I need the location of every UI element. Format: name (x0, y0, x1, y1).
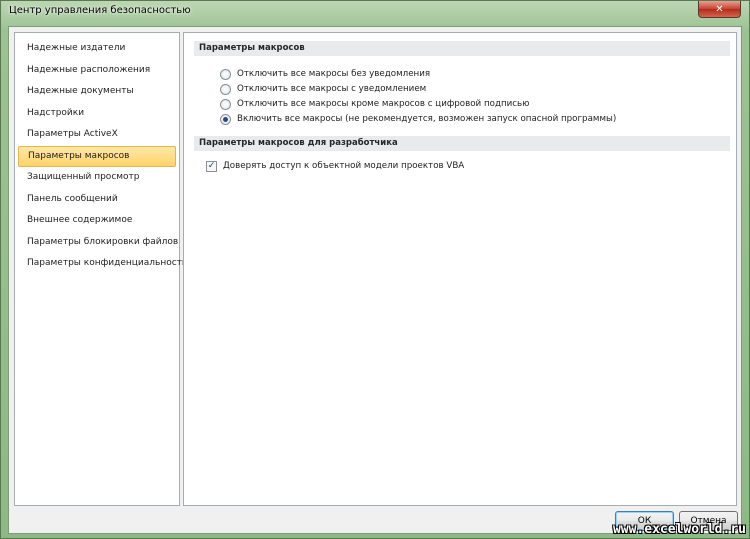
sidebar-item-trusted-locations[interactable]: Надежные расположения (18, 60, 176, 82)
developer-settings-header: Параметры макросов для разработчика (194, 136, 730, 151)
sidebar-item-trusted-publishers[interactable]: Надежные издатели (18, 38, 176, 60)
radio-button-selected[interactable] (220, 113, 231, 125)
settings-panel: Параметры макросов Отключить все макросы… (183, 32, 737, 506)
sidebar-item-trusted-documents[interactable]: Надежные документы (18, 81, 176, 103)
title-bar[interactable]: Центр управления безопасностью ✕ (1, 1, 749, 25)
sidebar-item-macro-settings[interactable]: Параметры макросов (18, 145, 176, 167)
macro-option-label: Отключить все макросы кроме макросов с ц… (237, 99, 530, 109)
watermark: www.excelworld.ru (612, 522, 746, 537)
trust-vba-checkbox[interactable]: ✓ (206, 160, 217, 172)
close-icon: ✕ (715, 3, 724, 15)
trust-center-window: Центр управления безопасностью ✕ Надежны… (0, 0, 750, 539)
sidebar-item-privacy[interactable]: Параметры конфиденциальности (18, 253, 188, 275)
macro-option-label: Включить все макросы (не рекомендуется, … (237, 114, 617, 124)
sidebar-item-file-block[interactable]: Параметры блокировки файлов (18, 232, 178, 254)
macro-option-label: Отключить все макросы без уведомления (237, 69, 431, 79)
sidebar-item-addins[interactable]: Надстройки (18, 103, 176, 125)
sidebar-item-protected-view[interactable]: Защищенный просмотр (18, 167, 176, 189)
macro-option-disable-except-signed[interactable]: Отключить все макросы кроме макросов с ц… (220, 97, 530, 111)
macro-option-label: Отключить все макросы с уведомлением (237, 84, 427, 94)
sidebar-item-external-content[interactable]: Внешнее содержимое (18, 210, 176, 232)
sidebar-item-activex[interactable]: Параметры ActiveX (18, 124, 176, 146)
macro-option-disable-notify[interactable]: Отключить все макросы с уведомлением (220, 82, 426, 96)
close-button[interactable]: ✕ (698, 1, 741, 18)
checkmark-icon: ✓ (207, 160, 216, 171)
dialog-client-area: Надежные издатели Надежные расположения … (8, 26, 742, 534)
trust-vba-option[interactable]: ✓ Доверять доступ к объектной модели про… (206, 159, 464, 173)
radio-button[interactable] (220, 68, 231, 80)
macro-option-disable-no-notify[interactable]: Отключить все макросы без уведомления (220, 67, 430, 81)
macro-settings-header: Параметры макросов (194, 41, 730, 56)
trust-vba-label: Доверять доступ к объектной модели проек… (223, 161, 465, 171)
macro-option-enable-all[interactable]: Включить все макросы (не рекомендуется, … (220, 112, 616, 126)
radio-button[interactable] (220, 83, 231, 95)
radio-button[interactable] (220, 98, 231, 110)
window-title: Центр управления безопасностью (9, 5, 191, 16)
sidebar-nav: Надежные издатели Надежные расположения … (14, 32, 188, 506)
sidebar-item-message-bar[interactable]: Панель сообщений (18, 189, 176, 211)
